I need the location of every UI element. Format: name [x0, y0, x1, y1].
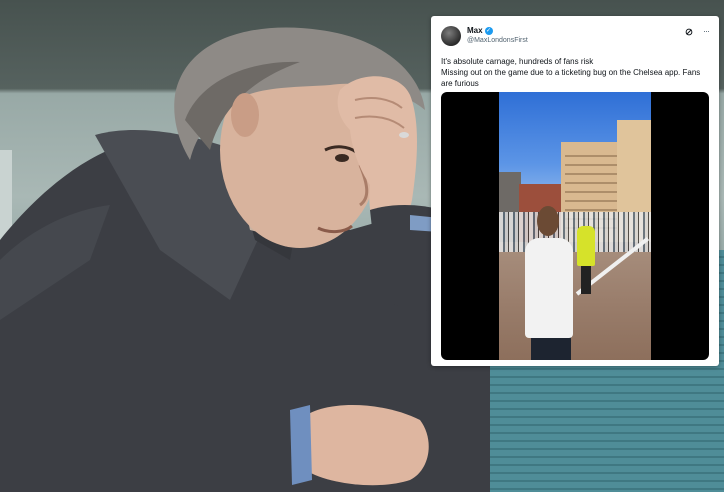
video-person — [531, 336, 571, 360]
tweet-card: Max ✓ @MaxLondonsFirst ··· It's absolute… — [431, 16, 719, 366]
video-steward-vest — [577, 226, 595, 266]
tweet-text: It's absolute carnage, hundreds of fans … — [441, 56, 709, 89]
verified-badge-icon: ✓ — [484, 27, 493, 35]
tweet-header: Max ✓ @MaxLondonsFirst ··· — [441, 26, 710, 52]
video-ground — [499, 242, 651, 360]
video-crowd — [499, 212, 651, 252]
author-name[interactable]: Max — [467, 26, 483, 36]
tweet-text-line-2: Missing out on the game due to a ticketi… — [441, 68, 701, 88]
composite-image: Max ✓ @MaxLondonsFirst ··· It's absolute… — [0, 0, 724, 492]
video-person — [525, 238, 573, 338]
author-handle[interactable]: @MaxLondonsFirst — [467, 36, 528, 46]
author-info: Max ✓ @MaxLondonsFirst — [467, 26, 528, 46]
tweet-video[interactable] — [441, 92, 709, 360]
video-person-head — [537, 206, 559, 236]
video-frame — [499, 92, 651, 360]
video-steward — [581, 264, 591, 294]
tweet-text-line-1: It's absolute carnage, hundreds of fans … — [441, 57, 594, 66]
grok-icon[interactable] — [685, 28, 693, 36]
more-options-icon[interactable]: ··· — [703, 26, 710, 36]
author-avatar[interactable] — [441, 26, 461, 46]
